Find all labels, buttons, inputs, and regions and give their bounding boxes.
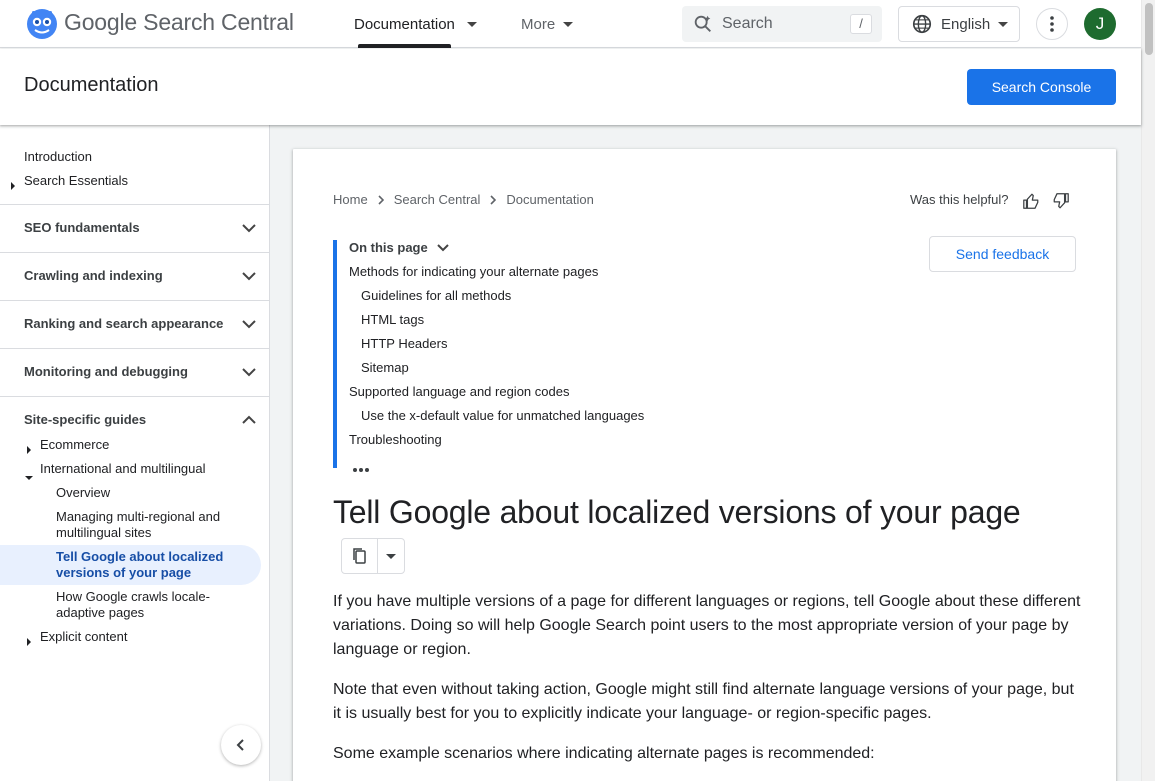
tab-more-label: More — [521, 15, 556, 33]
sidebar-item-tell-google-active[interactable]: Tell Google about localized versions of … — [56, 549, 223, 581]
expand-arrow-icon[interactable] — [27, 441, 31, 459]
chevron-up-icon[interactable] — [242, 415, 256, 425]
sidebar-item-label: versions of your page — [56, 565, 192, 580]
chevron-down-icon — [437, 243, 449, 251]
search-bar[interactable]: / — [682, 6, 882, 42]
sidebar-section-label: Ranking and search appearance — [24, 316, 224, 331]
search-shortcut-key: / — [850, 14, 872, 34]
sidebar-item-overview[interactable]: Overview — [56, 485, 110, 500]
site-logo-text[interactable]: Google Search Central — [64, 9, 294, 36]
article-paragraph: Note that even without taking action, Go… — [333, 681, 1074, 722]
language-label: English — [941, 15, 991, 33]
sidebar-section-label: Crawling and indexing — [24, 268, 163, 283]
sidebar: Introduction Search Essentials SEO funda… — [0, 125, 270, 781]
brand-google: Google — [64, 9, 137, 35]
article-title: Tell Google about localized versions of … — [333, 494, 1021, 530]
breadcrumb-documentation[interactable]: Documentation — [506, 192, 593, 207]
toc-item[interactable]: Guidelines for all methods — [361, 288, 511, 303]
send-feedback-button[interactable]: Send feedback — [929, 236, 1076, 272]
sidebar-section-label: Monitoring and debugging — [24, 364, 188, 379]
sidebar-item-search-essentials[interactable]: Search Essentials — [24, 173, 128, 188]
collapse-sidebar-button[interactable] — [221, 725, 261, 765]
thumb-down-icon[interactable] — [1052, 192, 1070, 210]
toc-item[interactable]: Troubleshooting — [349, 432, 442, 447]
chevron-down-icon — [242, 368, 256, 377]
expand-arrow-icon[interactable] — [27, 633, 31, 651]
caret-down-icon[interactable] — [386, 554, 396, 560]
language-selector[interactable]: English — [898, 6, 1020, 42]
article-paragraph: Some example scenarios where indicating … — [333, 745, 875, 762]
page-scrollbar[interactable] — [1141, 0, 1155, 781]
search-console-button[interactable]: Search Console — [967, 69, 1116, 105]
chevron-left-icon — [236, 739, 244, 751]
sidebar-item-ecommerce[interactable]: Ecommerce — [40, 437, 109, 452]
article-paragraph: If you have multiple versions of a page … — [333, 593, 1081, 658]
sidebar-section-seo-fundamentals[interactable]: SEO fundamentals — [0, 204, 269, 252]
sidebar-item-label: Tell Google about localized — [56, 549, 224, 564]
sidebar-section-label[interactable]: Site-specific guides — [24, 412, 146, 427]
sidebar-item-label: Managing multi-regional and — [56, 509, 221, 524]
tab-documentation-label: Documentation — [354, 15, 455, 33]
active-tab-indicator — [358, 44, 451, 48]
breadcrumb-home[interactable]: Home — [333, 192, 368, 207]
chevron-down-icon — [466, 21, 477, 27]
chevron-down-icon — [242, 320, 256, 329]
toc-heading[interactable]: On this page — [349, 240, 450, 255]
toc-item[interactable]: Methods for indicating your alternate pa… — [349, 264, 598, 279]
chevron-down-icon — [563, 21, 574, 27]
globe-icon — [912, 14, 932, 34]
sidebar-item-managing[interactable]: Managing multi-regional and multilingual… — [56, 509, 220, 541]
tab-documentation[interactable]: Documentation — [354, 0, 477, 48]
sidebar-item-international[interactable]: International and multilingual — [40, 461, 206, 476]
thumb-up-icon[interactable] — [1022, 192, 1040, 210]
scrollbar-thumb[interactable] — [1145, 3, 1153, 55]
toc-item[interactable]: HTTP Headers — [361, 336, 447, 351]
sidebar-section-ranking[interactable]: Ranking and search appearance — [0, 300, 269, 348]
chevron-down-icon — [242, 272, 256, 281]
sidebar-section-label: SEO fundamentals — [24, 220, 140, 235]
chevron-right-icon — [378, 194, 384, 205]
chevron-down-icon — [242, 224, 256, 233]
copy-page-button-group — [341, 538, 405, 574]
sidebar-item-explicit-content[interactable]: Explicit content — [40, 629, 127, 644]
sidebar-item-label: multilingual sites — [56, 525, 152, 540]
search-icon — [694, 15, 711, 32]
top-bar: Google Search Central Documentation More… — [0, 0, 1141, 48]
avatar[interactable]: J — [1084, 8, 1116, 40]
tab-more[interactable]: More — [521, 0, 574, 48]
chevron-right-icon — [490, 194, 497, 205]
sidebar-section-crawling-indexing[interactable]: Crawling and indexing — [0, 252, 269, 300]
toc-heading-label: On this page — [349, 240, 428, 255]
more-horiz-icon[interactable] — [352, 467, 370, 473]
brand-product: Search Central — [143, 9, 294, 35]
more-vert-icon — [1050, 16, 1054, 32]
search-central-logo-icon[interactable] — [26, 8, 58, 40]
copy-icon[interactable] — [351, 547, 369, 565]
toc-item[interactable]: Supported language and region codes — [349, 384, 569, 399]
breadcrumb-search-central[interactable]: Search Central — [394, 192, 481, 207]
toc-item[interactable]: Sitemap — [361, 360, 409, 375]
more-options-button[interactable] — [1036, 8, 1068, 40]
helpful-label: Was this helpful? — [910, 192, 1009, 207]
toc-indicator-bar — [333, 240, 337, 468]
title-bar: Documentation Search Console — [0, 49, 1141, 125]
sidebar-item-locale-adaptive[interactable]: How Google crawls locale- adaptive pages — [56, 589, 210, 621]
sidebar-section-monitoring[interactable]: Monitoring and debugging — [0, 348, 269, 396]
search-input[interactable] — [722, 15, 832, 33]
chevron-down-icon — [998, 21, 1009, 27]
collapse-arrow-icon[interactable] — [25, 467, 33, 485]
toc-item[interactable]: HTML tags — [361, 312, 424, 327]
button-divider — [377, 539, 378, 573]
sidebar-item-introduction[interactable]: Introduction — [24, 149, 92, 164]
breadcrumb: Home Search Central Documentation — [333, 192, 594, 207]
sidebar-item-label: How Google crawls locale- — [56, 589, 210, 604]
sidebar-item-label: adaptive pages — [56, 605, 145, 620]
expand-arrow-icon[interactable] — [11, 177, 15, 195]
page-title: Documentation — [24, 74, 159, 96]
toc-item[interactable]: Use the x-default value for unmatched la… — [361, 408, 644, 423]
